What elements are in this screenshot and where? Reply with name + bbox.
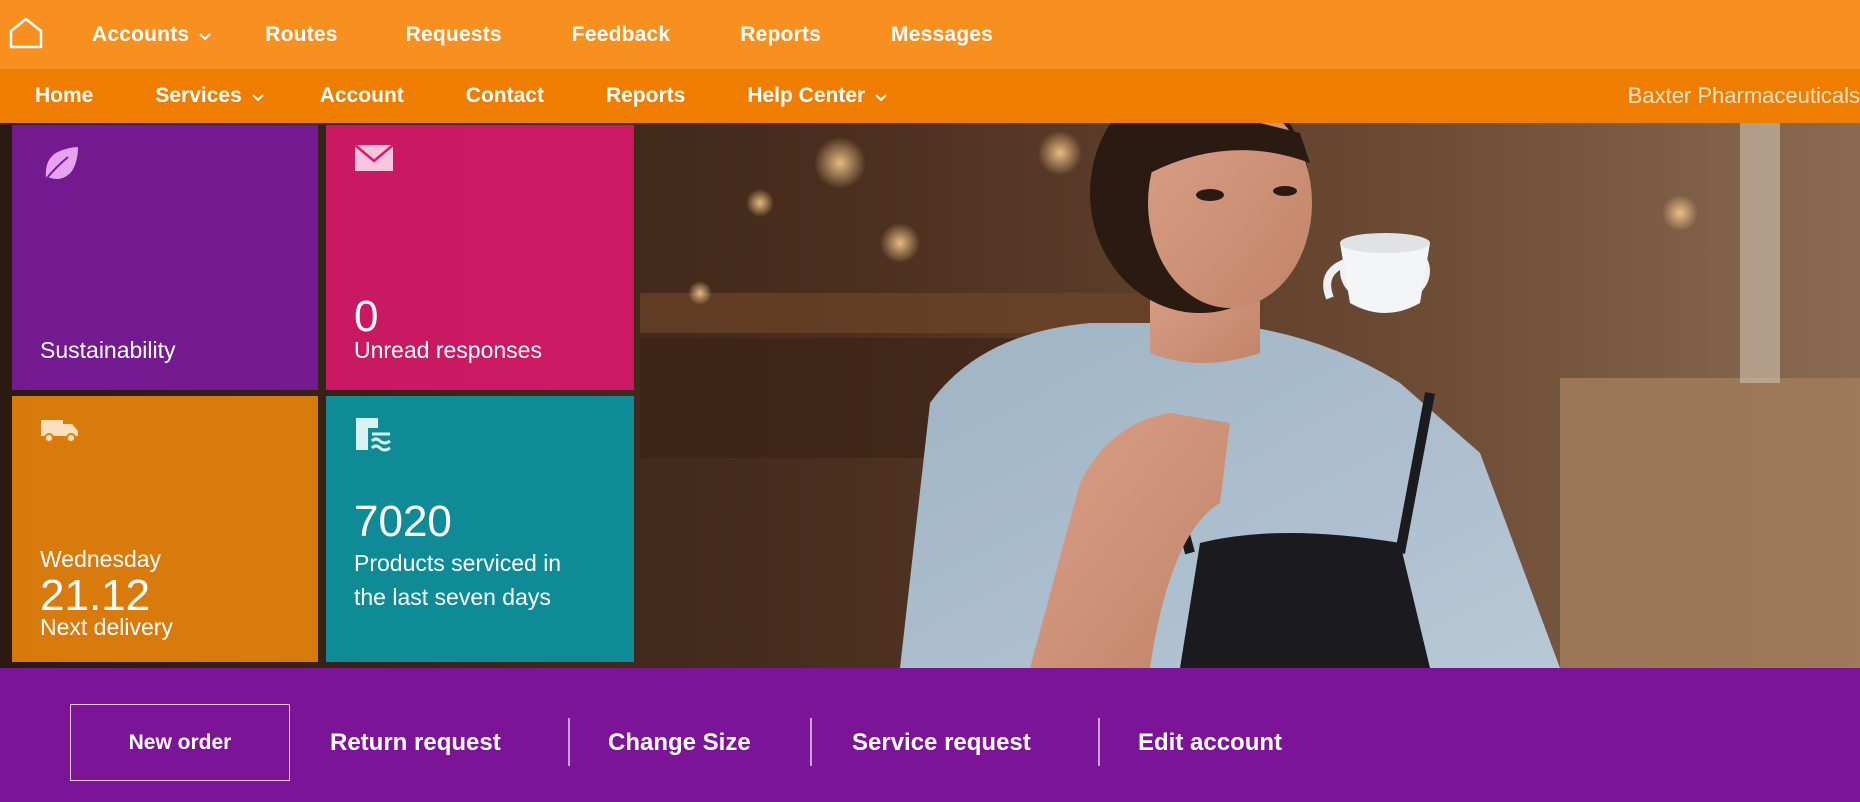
subnav-item-account[interactable]: Account bbox=[320, 84, 404, 108]
edit-account-button[interactable]: Edit account bbox=[1138, 704, 1282, 781]
top-navigation-bar: Accounts Routes Requests Feedback Report… bbox=[0, 0, 1860, 69]
subnav-item-label: Home bbox=[35, 84, 94, 107]
topnav-item-feedback[interactable]: Feedback bbox=[572, 23, 670, 47]
divider bbox=[568, 718, 570, 766]
topnav-item-requests[interactable]: Requests bbox=[406, 23, 502, 47]
return-request-button[interactable]: Return request bbox=[330, 704, 501, 781]
topnav-item-label: Messages bbox=[891, 22, 994, 46]
topnav-item-label: Requests bbox=[405, 22, 502, 46]
service-request-button[interactable]: Service request bbox=[852, 704, 1031, 781]
leaf-icon bbox=[40, 143, 80, 188]
subnav-item-contact[interactable]: Contact bbox=[466, 84, 544, 108]
tile-unread-responses[interactable]: 0 Unread responses bbox=[326, 125, 634, 390]
chevron-down-icon bbox=[875, 84, 887, 108]
secondary-navigation-bar: Home Services Account Contact Reports He… bbox=[0, 69, 1860, 123]
subnav-item-label: Account bbox=[319, 84, 404, 107]
subnav-item-home[interactable]: Home bbox=[35, 84, 93, 108]
products-count: 7020 bbox=[354, 497, 452, 546]
top-nav-menu: Accounts Routes Requests Feedback Report… bbox=[92, 0, 993, 69]
truck-icon bbox=[40, 414, 80, 449]
tile-next-delivery[interactable]: Wednesday 21.12 Next delivery bbox=[12, 396, 318, 662]
subnav-item-label: Help Center bbox=[747, 84, 866, 107]
topnav-item-label: Feedback bbox=[571, 22, 671, 46]
secondary-nav-menu: Home Services Account Contact Reports He… bbox=[35, 69, 887, 123]
new-order-button[interactable]: New order bbox=[70, 704, 290, 781]
home-icon[interactable] bbox=[6, 13, 46, 53]
tile-sustainability[interactable]: Sustainability bbox=[12, 125, 318, 390]
company-name: Baxter Pharmaceuticals bbox=[1627, 83, 1860, 108]
tile-label-line1: Products serviced in bbox=[354, 550, 562, 576]
topnav-item-label: Reports bbox=[740, 22, 822, 46]
chevron-down-icon bbox=[199, 23, 211, 47]
subnav-item-help-center[interactable]: Help Center bbox=[747, 84, 887, 108]
topnav-item-label: Accounts bbox=[92, 22, 190, 46]
topnav-item-reports[interactable]: Reports bbox=[740, 23, 821, 47]
subnav-item-label: Contact bbox=[465, 84, 544, 107]
topnav-item-label: Routes bbox=[265, 22, 338, 46]
divider bbox=[1098, 718, 1100, 766]
hero-banner: Sustainability 0 Unread responses Wednes… bbox=[0, 123, 1860, 668]
clipboard-icon bbox=[354, 414, 394, 459]
envelope-icon bbox=[354, 143, 394, 178]
topnav-item-routes[interactable]: Routes bbox=[265, 23, 337, 47]
subnav-item-reports[interactable]: Reports bbox=[606, 84, 685, 108]
divider bbox=[810, 718, 812, 766]
tile-label: Unread responses bbox=[354, 337, 542, 363]
tile-products-serviced[interactable]: 7020 Products serviced in the last seven… bbox=[326, 396, 634, 662]
topnav-item-accounts[interactable]: Accounts bbox=[92, 23, 211, 47]
subnav-item-label: Services bbox=[155, 84, 242, 107]
subnav-item-services[interactable]: Services bbox=[155, 84, 264, 108]
chevron-down-icon bbox=[252, 84, 264, 108]
subnav-item-label: Reports bbox=[605, 84, 686, 107]
topnav-item-messages[interactable]: Messages bbox=[891, 23, 993, 47]
quick-actions-bar: New order Return request Change Size Ser… bbox=[0, 668, 1860, 802]
tile-label: Sustainability bbox=[40, 337, 176, 363]
tile-label-line2: the last seven days bbox=[354, 584, 551, 610]
tile-label: Next delivery bbox=[40, 614, 173, 640]
change-size-button[interactable]: Change Size bbox=[608, 704, 751, 781]
